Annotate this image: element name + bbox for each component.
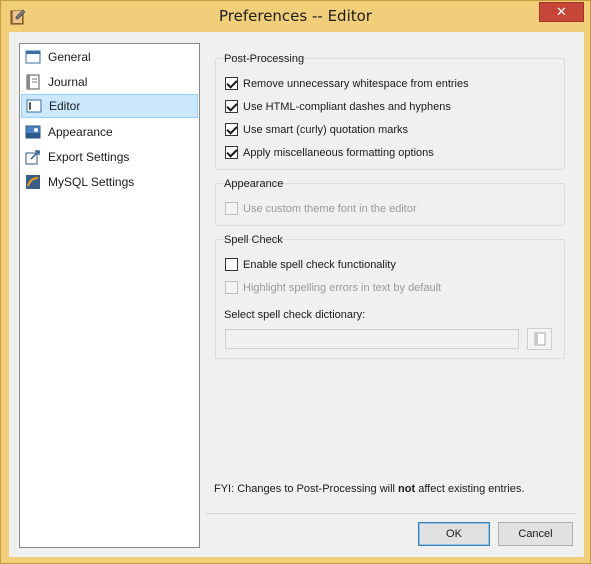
sidebar-item-mysql-settings[interactable]: MySQL Settings xyxy=(21,170,198,194)
fyi-note: FYI: Changes to Post-Processing will not… xyxy=(214,483,524,495)
book-icon xyxy=(534,332,545,346)
appearance-icon xyxy=(25,125,41,139)
custom-theme-font-checkbox[interactable]: Use custom theme font in the editor xyxy=(225,202,417,215)
client-area: General Journal Editor Appearance Export… xyxy=(9,32,584,557)
spell-check-title: Spell Check xyxy=(224,234,283,246)
journal-icon xyxy=(26,74,40,90)
dictionary-label: Select spell check dictionary: xyxy=(224,309,366,321)
export-icon xyxy=(25,150,40,165)
title-bar[interactable]: Preferences -- Editor ✕ xyxy=(1,1,590,32)
sidebar-item-label: General xyxy=(48,50,91,64)
sidebar-item-general[interactable]: General xyxy=(21,45,198,69)
footer-separator xyxy=(206,513,576,514)
checkbox-label: Highlight spelling errors in text by def… xyxy=(243,281,442,294)
sidebar-item-editor[interactable]: Editor xyxy=(21,94,198,118)
category-list: General Journal Editor Appearance Export… xyxy=(19,43,200,548)
remove-whitespace-checkbox[interactable]: Remove unnecessary whitespace from entri… xyxy=(225,77,469,90)
checkbox-label: Use smart (curly) quotation marks xyxy=(243,123,409,136)
checkbox-box[interactable] xyxy=(225,77,238,90)
editor-icon xyxy=(26,99,42,113)
dictionary-field[interactable] xyxy=(225,329,519,349)
smart-quotes-checkbox[interactable]: Use smart (curly) quotation marks xyxy=(225,123,408,136)
html-dashes-checkbox[interactable]: Use HTML-compliant dashes and hyphens xyxy=(225,100,451,113)
sidebar-item-label: Journal xyxy=(48,75,88,89)
fyi-suffix: affect existing entries. xyxy=(415,483,525,495)
checkbox-box[interactable] xyxy=(225,281,238,294)
checkbox-label: Remove unnecessary whitespace from entri… xyxy=(243,77,469,90)
enable-spell-check-checkbox[interactable]: Enable spell check functionality xyxy=(225,258,396,271)
checkbox-label: Use HTML-compliant dashes and hyphens xyxy=(243,100,451,113)
sidebar-item-label: Export Settings xyxy=(48,150,130,164)
sidebar-item-export-settings[interactable]: Export Settings xyxy=(21,145,198,169)
fyi-bold: not xyxy=(398,483,416,495)
mysql-icon xyxy=(26,175,40,189)
checkbox-box[interactable] xyxy=(225,146,238,159)
sidebar-item-journal[interactable]: Journal xyxy=(21,70,198,94)
browse-dictionary-button[interactable] xyxy=(527,328,552,350)
sidebar-item-label: MySQL Settings xyxy=(48,175,135,189)
close-button[interactable]: ✕ xyxy=(539,2,584,22)
fyi-prefix: FYI: Changes to Post-Processing will xyxy=(214,483,399,495)
post-processing-title: Post-Processing xyxy=(224,53,305,65)
misc-formatting-checkbox[interactable]: Apply miscellaneous formatting options xyxy=(225,146,434,159)
checkbox-label: Apply miscellaneous formatting options xyxy=(243,146,434,159)
checkbox-box[interactable] xyxy=(225,123,238,136)
window-icon xyxy=(25,50,41,64)
preferences-window: Preferences -- Editor ✕ General Journal … xyxy=(0,0,591,564)
checkbox-label: Use custom theme font in the editor xyxy=(243,202,417,215)
checkbox-box[interactable] xyxy=(225,202,238,215)
highlight-errors-checkbox[interactable]: Highlight spelling errors in text by def… xyxy=(225,281,441,294)
sidebar-item-label: Editor xyxy=(49,99,81,113)
checkbox-box[interactable] xyxy=(225,258,238,271)
checkbox-box[interactable] xyxy=(225,100,238,113)
ok-button[interactable]: OK xyxy=(418,522,490,546)
sidebar-item-appearance[interactable]: Appearance xyxy=(21,120,198,144)
close-icon: ✕ xyxy=(556,4,567,20)
cancel-button[interactable]: Cancel xyxy=(498,522,573,546)
sidebar-item-label: Appearance xyxy=(48,125,113,139)
window-title: Preferences -- Editor xyxy=(219,7,372,25)
checkbox-label: Enable spell check functionality xyxy=(243,258,396,271)
appearance-title: Appearance xyxy=(224,178,284,190)
